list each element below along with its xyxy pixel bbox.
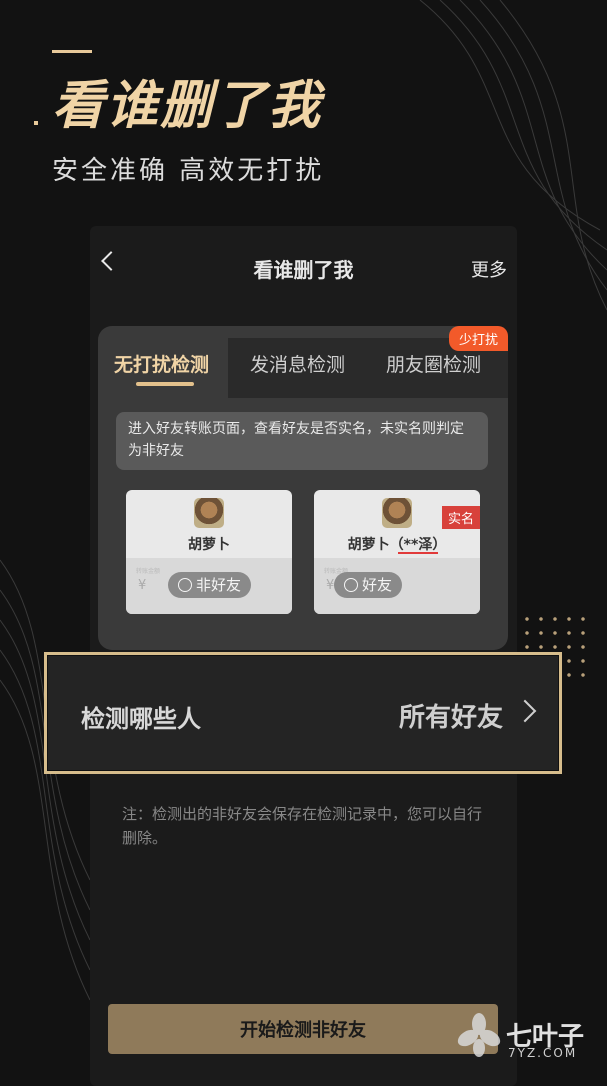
promo-title: 看谁删了我	[52, 76, 323, 136]
promo-subtitle: 安全准确 高效无打扰	[52, 156, 325, 186]
decorative-dash	[52, 50, 92, 53]
example-name: 胡萝卜	[188, 537, 230, 553]
more-button[interactable]: 更多	[471, 256, 507, 282]
nav-title: 看谁删了我	[253, 258, 354, 282]
active-tab-indicator	[136, 382, 194, 386]
smile-face-icon	[344, 578, 358, 592]
status-badge: 非好友	[168, 572, 252, 598]
target-selector-value: 所有好友	[398, 703, 503, 733]
example-name: 胡萝卜（**泽）	[347, 537, 447, 553]
detection-mode-card: 无打扰检测 发消息检测 朋友圈检测 少打扰 进入好友转账页面，查看好友是否实名，…	[98, 326, 508, 650]
yen-icon: ¥	[138, 578, 147, 593]
tab-no-disturb[interactable]: 无打扰检测	[114, 350, 209, 377]
note-text: 注：检测出的非好友会保存在检测记录中，您可以自行删除。	[122, 805, 483, 847]
example-card-friend: 胡萝卜（**泽） 实名 转账金额 ¥ 好友	[314, 490, 480, 614]
target-selector-row[interactable]: 检测哪些人 所有好友	[44, 652, 562, 774]
status-badge: 好友	[334, 572, 403, 598]
start-detect-button[interactable]: 开始检测非好友	[108, 1004, 498, 1054]
example-card-non-friend: 胡萝卜 转账金额 ¥ 非好友	[126, 490, 292, 614]
status-label: 非好友	[196, 576, 242, 594]
decorative-dot	[34, 121, 38, 125]
less-disturb-badge: 少打扰	[448, 326, 508, 351]
name-underline	[398, 552, 438, 554]
avatar	[194, 498, 224, 528]
real-name-tag: 实名	[441, 506, 480, 529]
sad-face-icon	[178, 578, 192, 592]
tab-message-detect[interactable]: 发消息检测	[250, 350, 345, 377]
tab-bar: 无打扰检测 发消息检测 朋友圈检测 少打扰	[98, 326, 508, 398]
target-selector-label: 检测哪些人	[81, 705, 201, 733]
watermark-url: 7YZ.COM	[508, 1046, 578, 1060]
chevron-right-icon	[513, 699, 537, 723]
leaf-logo-icon	[457, 1013, 501, 1057]
transfer-caption: 转账金额	[136, 568, 161, 575]
status-label: 好友	[362, 576, 393, 594]
method-notice: 进入好友转账页面，查看好友是否实名，未实名则判定为非好友	[116, 412, 488, 470]
tab-moments-detect[interactable]: 朋友圈检测	[386, 350, 481, 377]
avatar	[382, 498, 412, 528]
